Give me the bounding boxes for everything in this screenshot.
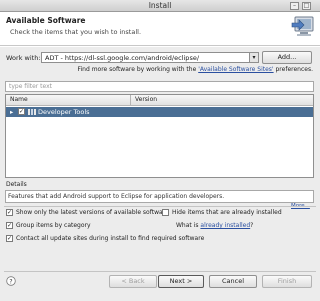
hide-installed-option[interactable]: Hide items that are already installed bbox=[162, 209, 282, 217]
page-title: Available Software bbox=[6, 16, 86, 25]
minimize-icon[interactable]: – bbox=[290, 2, 299, 10]
chevron-down-icon[interactable]: ▾ bbox=[249, 52, 259, 63]
already-installed-prefix: What is bbox=[176, 222, 199, 229]
available-sites-hint: Find more software by working with the '… bbox=[78, 66, 314, 73]
contact-sites-option[interactable]: ✓ Contact all update sites during install… bbox=[6, 235, 204, 243]
group-by-category-checkbox[interactable]: ✓ bbox=[6, 222, 13, 229]
window-titlebar: Install – □ bbox=[0, 0, 320, 12]
hint-prefix: Find more software by working with the bbox=[77, 66, 197, 73]
row-name: Developer Tools bbox=[38, 108, 90, 116]
hide-installed-label: Hide items that are already installed bbox=[172, 209, 282, 216]
category-icon bbox=[28, 109, 36, 115]
divider bbox=[4, 206, 316, 207]
column-header-name[interactable]: Name bbox=[6, 95, 131, 106]
group-by-category-label: Group items by category bbox=[16, 222, 91, 229]
add-site-button[interactable]: Add... bbox=[262, 51, 312, 64]
column-header-version[interactable]: Version bbox=[131, 95, 313, 106]
available-software-sites-link[interactable]: 'Available Software Sites' bbox=[198, 66, 273, 73]
maximize-icon[interactable]: □ bbox=[302, 2, 311, 10]
filter-input[interactable]: type filter text bbox=[5, 81, 314, 92]
software-table: Name Version ▸ ✓ Developer Tools bbox=[5, 94, 314, 178]
show-latest-label: Show only the latest versions of availab… bbox=[16, 209, 169, 216]
expand-arrow-icon[interactable]: ▸ bbox=[10, 107, 13, 117]
page-subtitle: Check the items that you wish to install… bbox=[10, 28, 142, 36]
show-latest-checkbox[interactable]: ✓ bbox=[6, 209, 13, 216]
group-by-category-option[interactable]: ✓ Group items by category bbox=[6, 222, 91, 230]
row-checkbox[interactable]: ✓ bbox=[18, 108, 25, 115]
cancel-button[interactable]: Cancel bbox=[209, 275, 257, 288]
back-button[interactable]: < Back bbox=[109, 275, 157, 288]
hide-installed-checkbox[interactable] bbox=[162, 209, 169, 216]
already-installed-suffix: ? bbox=[250, 222, 254, 229]
show-latest-option[interactable]: ✓ Show only the latest versions of availa… bbox=[6, 209, 169, 217]
svg-text:?: ? bbox=[9, 278, 12, 285]
finish-button[interactable]: Finish bbox=[262, 275, 312, 288]
next-button[interactable]: Next > bbox=[158, 275, 204, 288]
hint-suffix: preferences. bbox=[275, 66, 314, 73]
contact-sites-checkbox[interactable]: ✓ bbox=[6, 235, 13, 242]
contact-sites-label: Contact all update sites during install … bbox=[16, 235, 205, 242]
help-icon[interactable]: ? bbox=[6, 276, 16, 286]
already-installed-link[interactable]: already installed bbox=[200, 222, 250, 229]
details-label: Details bbox=[6, 181, 27, 188]
footer-divider bbox=[4, 271, 316, 272]
details-text: Features that add Android support to Ecl… bbox=[5, 190, 314, 203]
install-wizard-icon bbox=[291, 16, 314, 36]
window-title: Install bbox=[148, 1, 172, 10]
work-with-label: Work with: bbox=[6, 54, 41, 62]
table-row[interactable]: ▸ ✓ Developer Tools bbox=[6, 107, 313, 117]
wizard-header: Available Software Check the items that … bbox=[0, 12, 320, 46]
work-with-combo[interactable]: ADT - https://dl-ssl.google.com/android/… bbox=[41, 52, 259, 63]
already-installed-text: What is already installed? bbox=[176, 222, 253, 230]
